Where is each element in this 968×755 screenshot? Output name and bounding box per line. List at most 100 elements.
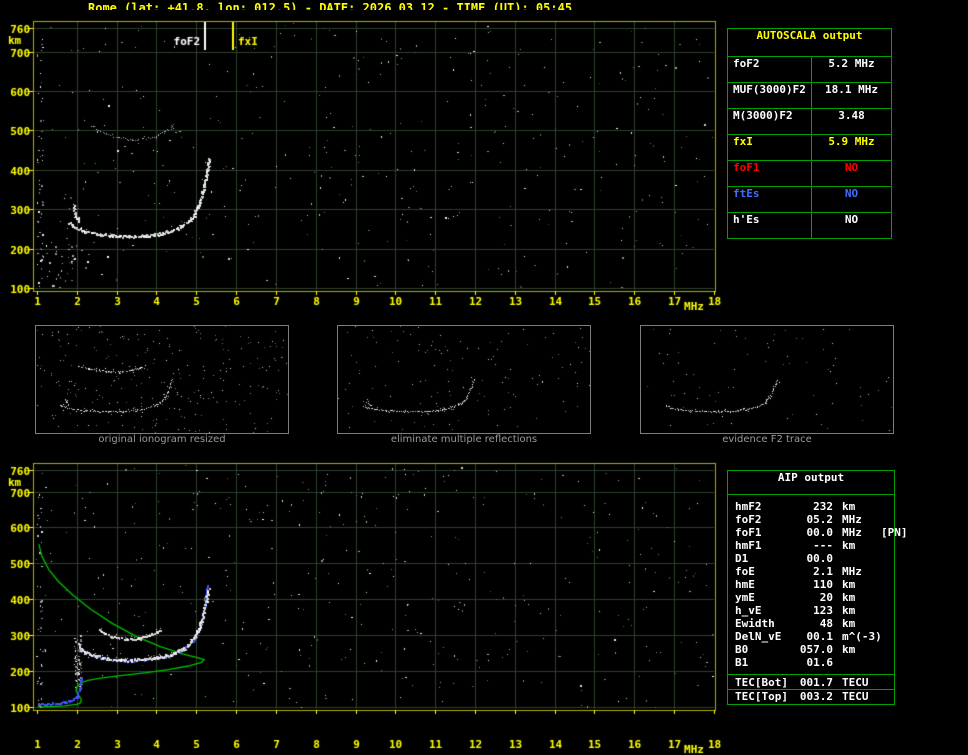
aip-unit: km [842,539,856,552]
aip-name: B0 [735,643,749,656]
aip-row-hmE: hmE 110 km [728,578,894,591]
param-value: NO [844,213,859,226]
aip-val: --- [813,539,833,552]
param-value: 18.1 MHz [825,83,878,96]
param-value: 3.48 [838,109,865,122]
param-label: foF2 [728,57,812,82]
aip-row-Ewidth: Ewidth 48 km [728,617,894,630]
aip-row-foF2: foF2 05.2 MHz [728,513,894,526]
aip-unit: km [842,500,856,513]
aip-row-hmF2: hmF2 232 km [728,500,894,513]
param-label: fxI [728,135,812,160]
aip-note [879,630,894,643]
aip-tec-rows: TEC[Bot] 001.7 TECU TEC[Top] 003.2 TECU [728,674,894,704]
aip-name: Ewidth [735,617,775,630]
autoscala-row-M(3000)F2: M(3000)F2 3.48 [728,108,891,134]
param-label: M(3000)F2 [728,109,812,134]
aip-name: D1 [735,552,749,565]
recorded-ionogram-chart [0,10,725,320]
autoscala-row-fxI: fxI 5.9 MHz [728,134,891,160]
aip-note [879,565,894,578]
param-value: 5.9 MHz [828,135,875,148]
aip-unit: km [842,604,856,617]
aip-name: DelN_vE [735,630,782,643]
aip-name: hmF2 [735,500,762,513]
aip-note [879,513,894,526]
aip-row-D1: D1 00.0 [728,552,894,565]
aip-name: hmE [735,578,755,591]
autoscala-row-foF1: foF1 NO [728,160,891,186]
aip-val: 001.7 [799,676,833,689]
aip-unit: MHz [842,513,862,526]
aip-val: 05.2 [806,513,834,526]
thumbnail-caption-reflections: eliminate multiple reflections [390,434,538,445]
aip-name: foF2 [735,513,762,526]
thumbnail-original-ionogram [35,325,289,434]
aip-val: 110 [813,578,833,591]
aip-name: ymE [735,591,755,604]
aip-note [879,604,894,617]
autoscala-row-ftEs: ftEs NO [728,186,891,212]
aip-row-B0: B0 057.0 km [728,643,894,656]
aip-name: TEC[Bot] [735,676,788,689]
aip-unit: TECU [842,676,869,689]
aip-unit [833,656,879,669]
aip-val: 20 [819,591,833,604]
aip-name: hmF1 [735,539,762,552]
aip-note [879,539,894,552]
aip-unit: km [842,617,856,630]
aip-unit [833,552,879,565]
aip-val: 057.0 [799,643,833,656]
aip-val: 232 [813,500,833,513]
aip-unit: km [842,643,856,656]
thumbnail-eliminate-reflections [337,325,591,434]
aip-row-B1: B1 01.6 [728,656,894,669]
autoscala-output-table: AUTOSCALA output foF2 5.2 MHz MUF(3000)F2 1… [727,28,892,239]
aip-note [879,643,894,656]
param-value: 5.2 MHz [828,57,875,70]
aip-unit: MHz [842,565,862,578]
aip-name: h_vE [735,604,762,617]
autoscala-row-h'Es: h'Es NO [728,212,891,238]
aip-row-hmF1: hmF1 --- km [728,539,894,552]
aip-val: 00.0 [806,552,834,565]
aip-row-foE: foE 2.1 MHz [728,565,894,578]
aip-name: B1 [735,656,749,669]
aip-table-rows: hmF2 232 km foF2 05.2 MHz foF1 00.0 MHz [PN] hmF1 -… [728,495,908,674]
aip-val: 01.6 [806,656,834,669]
aip-note [879,690,894,703]
aip-unit: km [842,578,856,591]
param-value: NO [844,161,859,174]
thumbnail-evidence-f2-trace [640,325,894,434]
aip-val: 48 [819,617,833,630]
autoscala-row-MUF(3000)F2: MUF(3000)F2 18.1 MHz [728,82,891,108]
aip-note [879,656,894,669]
param-label: h'Es [728,213,812,238]
autoscala-table-rows: foF2 5.2 MHz MUF(3000)F2 18.1 MHz M(3000)F2 3… [728,56,891,238]
aip-row-h_vE: h_vE 123 km [728,604,894,617]
aip-row-DelN_vE: DelN_vE 00.1 m^(-3) [728,630,894,643]
aip-note [879,578,894,591]
aip-unit: m^(-3) [842,630,882,643]
aip-note [879,500,894,513]
thumbnail-caption-original: original ionogram resized [98,434,226,445]
aip-note [879,552,894,565]
aip-output-table: AIP output hmF2 232 km foF2 05.2 MHz foF1 00.0 M… [727,470,908,705]
aip-unit: MHz [842,526,862,539]
profile-ionogram-chart [0,452,725,755]
param-label: foF1 [728,161,812,186]
param-label: MUF(3000)F2 [728,83,812,108]
aip-unit: km [842,591,856,604]
aip-note [879,617,894,630]
aip-val: 003.2 [799,690,833,703]
aip-unit: TECU [842,690,869,703]
aip-val: 2.1 [813,565,833,578]
aip-note [879,676,894,689]
aip-val: 00.0 [806,526,834,539]
param-label: ftEs [728,187,812,212]
aip-name: foE [735,565,755,578]
thumbnail-caption-f2trace: evidence F2 trace [722,434,812,445]
aip-row-TEC[Top]: TEC[Top] 003.2 TECU [728,689,894,703]
aip-table-header: AIP output [728,471,894,495]
aip-name: TEC[Top] [735,690,788,703]
